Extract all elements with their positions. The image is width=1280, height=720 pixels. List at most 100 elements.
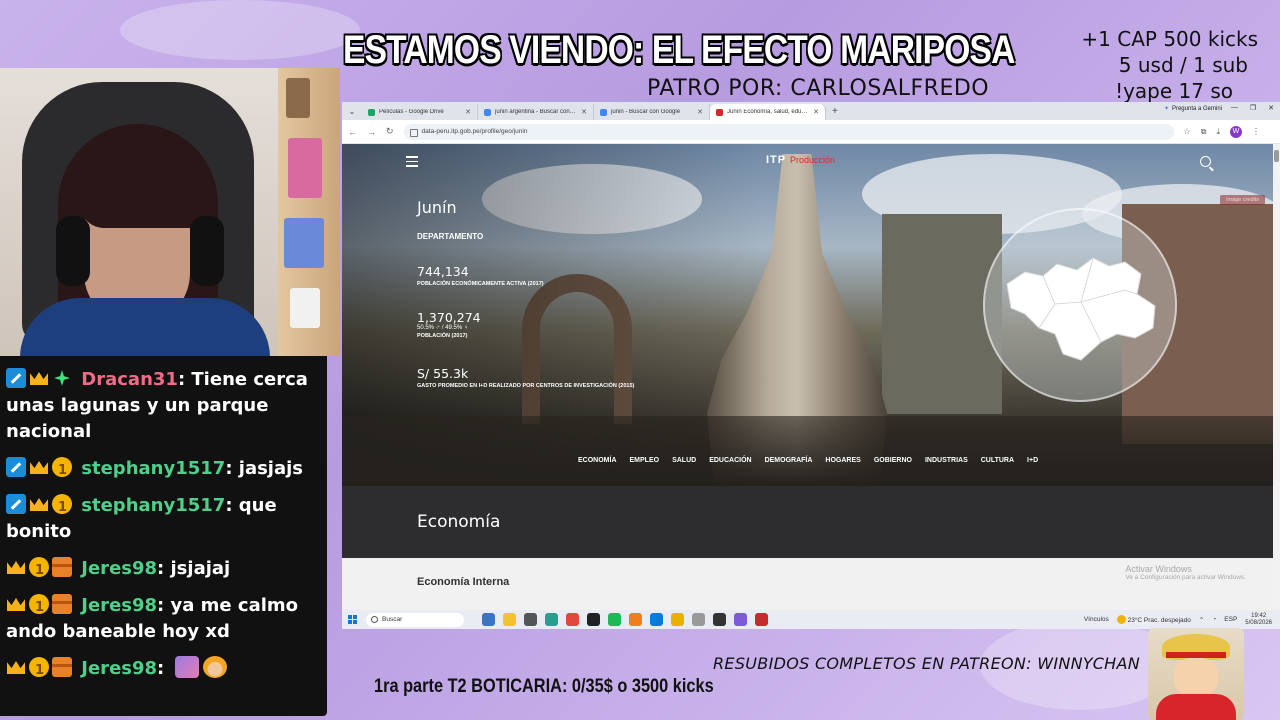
- minimize-icon[interactable]: —: [1231, 104, 1238, 112]
- network-icon[interactable]: ◔: [1212, 616, 1216, 623]
- taskbar-app-icon[interactable]: [587, 613, 600, 626]
- weather-widget[interactable]: 23°C Prac. despejado: [1116, 615, 1191, 624]
- forward-arrow-icon[interactable]: →: [367, 127, 376, 137]
- patron-text: PATRO POR: CARLOSALFREDO: [647, 76, 990, 101]
- browser-tab[interactable]: junin argentina - Buscar con Go ✕: [478, 104, 594, 120]
- crown-badge-icon: [29, 457, 49, 477]
- profile-avatar[interactable]: W: [1229, 125, 1242, 138]
- taskbar-app-icon[interactable]: [650, 613, 663, 626]
- search-icon[interactable]: [1200, 156, 1211, 167]
- extensions-icon[interactable]: ⧉: [1201, 127, 1207, 137]
- chat-message: Dracan31: Tiene cerca unas lagunas y un …: [6, 368, 308, 442]
- crown-badge-icon: [6, 557, 26, 577]
- taskbar-app-icon[interactable]: [713, 613, 726, 626]
- nav-economia[interactable]: ECONOMÍA: [578, 457, 617, 464]
- image-credits-button[interactable]: Image credits: [1219, 195, 1265, 205]
- taskbar-app-icon[interactable]: [482, 613, 495, 626]
- taskbar-app-icon[interactable]: [566, 613, 579, 626]
- bookshelf: [278, 68, 340, 356]
- url-field[interactable]: data-peru.itp.gob.pe/profile/geo/junin: [403, 123, 1174, 140]
- tab-title: junin - Buscar con Google: [611, 109, 681, 115]
- patreon-banner: RESUBIDOS COMPLETOS EN PATREON: WINNYCHA…: [713, 654, 1141, 673]
- tab-close-icon[interactable]: ✕: [697, 108, 703, 116]
- taskbar-app-icon[interactable]: [629, 613, 642, 626]
- close-window-icon[interactable]: ✕: [1268, 104, 1274, 112]
- nav-industrias[interactable]: INDUSTRIAS: [925, 457, 968, 464]
- nav-salud[interactable]: SALUD: [672, 457, 696, 464]
- hamburger-menu-icon[interactable]: [406, 156, 418, 167]
- browser-tab[interactable]: Películas - Google Drive ✕: [362, 104, 478, 120]
- coin-badge-icon: [52, 457, 72, 484]
- taskbar-app-icon[interactable]: [545, 613, 558, 626]
- tab-list-chevron-icon[interactable]: ⌄: [342, 107, 362, 116]
- chat-username[interactable]: stephany1517: [81, 495, 225, 516]
- chat-message: Jeres98: jsjajaj: [6, 556, 321, 584]
- download-icon[interactable]: ⤓: [1216, 127, 1220, 137]
- nav-id[interactable]: I+D: [1027, 457, 1038, 464]
- windows-start-icon[interactable]: [342, 615, 362, 624]
- activate-title: Activar Windows: [1125, 564, 1192, 574]
- goal-line: 5 usd / 1 sub: [1118, 53, 1248, 77]
- stat-label: GASTO PROMEDIO EN I+D REALIZADO POR CENT…: [417, 383, 635, 389]
- stat-label: POBLACIÓN (2017): [417, 333, 468, 339]
- nav-educacion[interactable]: EDUCACIÓN: [709, 457, 751, 464]
- tab-title: Junín Economía, salud, educaci: [727, 109, 810, 115]
- page-scrollbar[interactable]: [1273, 144, 1280, 610]
- moderator-badge-icon: [6, 457, 26, 477]
- streamer-bangs: [80, 168, 196, 228]
- gift-box-badge-icon: [52, 657, 72, 677]
- links-label[interactable]: Vínculos: [1084, 616, 1109, 623]
- goal-banner: 1ra parte T2 BOTICARIA: 0/35$ o 3500 kic…: [374, 676, 714, 697]
- bookmark-star-icon[interactable]: ☆: [1184, 127, 1191, 136]
- site-logo[interactable]: ITP Producción: [766, 154, 835, 166]
- nav-cultura[interactable]: CULTURA: [981, 457, 1014, 464]
- tab-title: Películas - Google Drive: [379, 109, 444, 115]
- nav-gobierno[interactable]: GOBIERNO: [874, 457, 912, 464]
- language-indicator[interactable]: ESP: [1224, 616, 1237, 623]
- streamer-shirt: [20, 298, 270, 356]
- tab-close-icon[interactable]: ✕: [465, 108, 471, 116]
- browser-tab-active[interactable]: Junín Economía, salud, educaci ✕: [710, 104, 826, 120]
- tray-chevron-icon[interactable]: ⌃: [1199, 616, 1204, 624]
- window-controls: — ❐ ✕: [1231, 104, 1274, 112]
- windows-taskbar: Buscar Vínculos 23°C Prac. despejado ⌃ ◔…: [342, 610, 1280, 629]
- clock[interactable]: 19:42 5/08/2026: [1245, 613, 1272, 627]
- nav-demografia[interactable]: DEMOGRAFÍA: [765, 457, 813, 464]
- stat-label: POBLACIÓN ECONÓMICAMENTE ACTIVA (2017): [417, 281, 544, 287]
- taskbar-app-icon[interactable]: [671, 613, 684, 626]
- taskbar-app-icon[interactable]: [524, 613, 537, 626]
- reload-icon[interactable]: ↻: [386, 126, 394, 137]
- chat-username[interactable]: Jeres98: [81, 595, 157, 616]
- new-tab-plus-icon[interactable]: +: [832, 106, 838, 117]
- chat-username[interactable]: Jeres98: [81, 558, 157, 579]
- tab-close-icon[interactable]: ✕: [813, 108, 819, 116]
- region-map-circle: [983, 208, 1177, 402]
- goal-line: +1 CAP 500 kicks: [1081, 27, 1258, 51]
- nav-hogares[interactable]: HOGARES: [825, 457, 860, 464]
- taskbar-app-icon[interactable]: [734, 613, 747, 626]
- maximize-icon[interactable]: ❐: [1250, 104, 1256, 112]
- scrollbar-thumb[interactable]: [1274, 150, 1279, 162]
- chat-panel[interactable]: Dracan31: Tiene cerca unas lagunas y un …: [0, 356, 327, 716]
- chat-username[interactable]: Jeres98: [81, 658, 157, 679]
- taskbar-app-icon[interactable]: [503, 613, 516, 626]
- taskbar-search[interactable]: Buscar: [366, 612, 464, 627]
- taskbar-apps: [482, 613, 768, 626]
- nav-empleo[interactable]: EMPLEO: [630, 457, 660, 464]
- taskbar-app-icon[interactable]: [755, 613, 768, 626]
- itp-favicon-icon: [716, 108, 723, 116]
- back-arrow-icon[interactable]: ←: [348, 127, 357, 137]
- gemini-button[interactable]: ✦ Pregunta a Gemini: [1164, 105, 1222, 113]
- clock-date: 5/08/2026: [1245, 619, 1272, 626]
- browser-tab[interactable]: junin - Buscar con Google ✕: [594, 104, 710, 120]
- tab-close-icon[interactable]: ✕: [581, 108, 587, 116]
- taskbar-app-icon[interactable]: [608, 613, 621, 626]
- browser-menu-icon[interactable]: ⋮: [1252, 127, 1260, 136]
- tab-title: junin argentina - Buscar con Go: [495, 109, 578, 115]
- taskbar-app-icon[interactable]: [692, 613, 705, 626]
- chat-username[interactable]: stephany1517: [81, 458, 225, 479]
- gift-box-badge-icon: [52, 594, 72, 614]
- crown-badge-icon: [6, 657, 26, 677]
- moderator-badge-icon: [6, 494, 26, 514]
- chat-username[interactable]: Dracan31: [81, 369, 178, 390]
